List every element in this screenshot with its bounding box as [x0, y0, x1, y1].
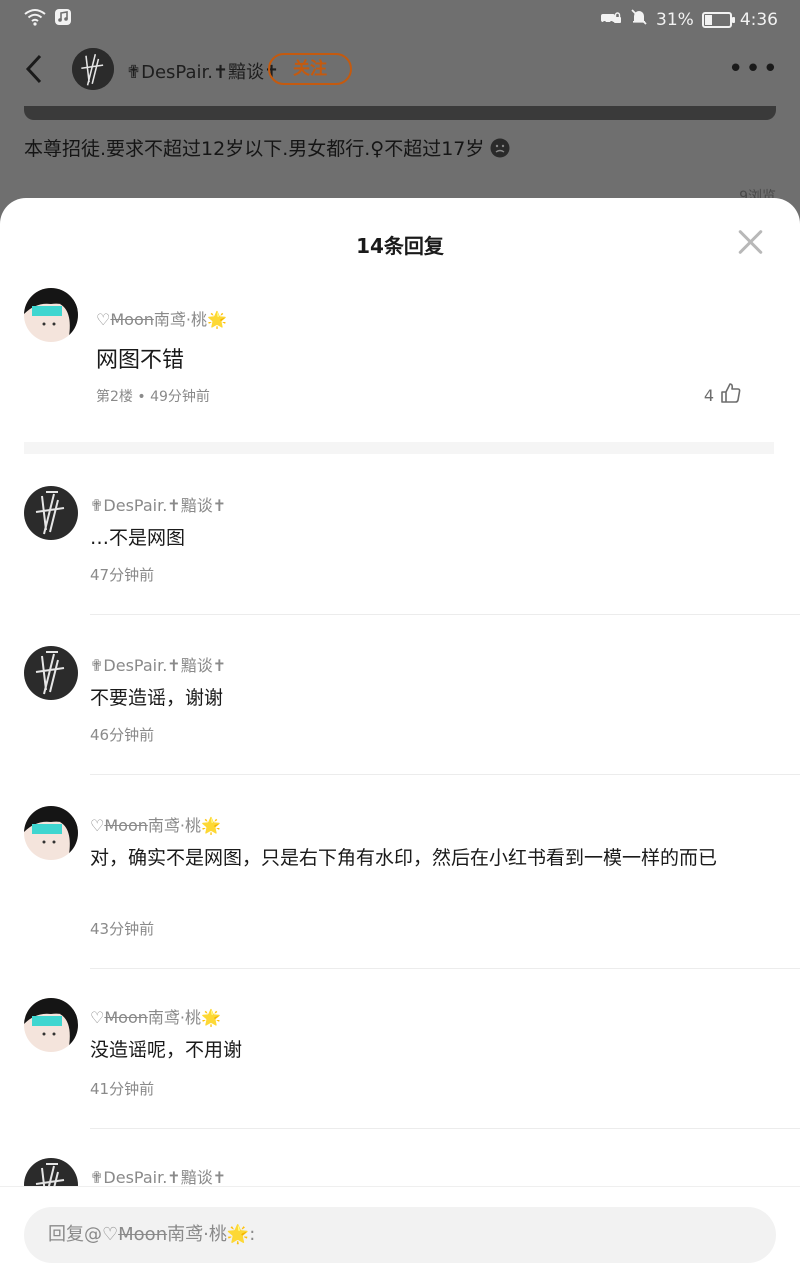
back-arrow-icon[interactable]	[22, 52, 52, 88]
section-divider	[24, 442, 774, 454]
avatar[interactable]	[24, 288, 78, 342]
reply-separator	[90, 614, 800, 615]
reply-time: 43分钟前	[90, 920, 155, 938]
wifi-icon	[24, 8, 46, 31]
music-app-icon	[54, 8, 72, 31]
reply-username[interactable]: ✟DesPair.✝黯谈✝	[90, 652, 226, 676]
reply-separator	[90, 774, 800, 775]
reply-time: 46分钟前	[90, 726, 155, 744]
reply-text: …不是网图	[90, 527, 186, 549]
sheet-title: 14条回复	[356, 234, 444, 258]
like-button[interactable]: 4	[704, 382, 742, 408]
reply-username[interactable]: ♡Moon南鸢·桃🌟	[90, 812, 221, 836]
like-count: 4	[703, 385, 714, 405]
main-comment: ♡Moon南鸢·桃🌟 网图不错 第2楼 • 49分钟前 4	[0, 286, 800, 446]
battery-percent: 31%	[656, 9, 694, 30]
battery-icon	[701, 11, 735, 28]
reply-text: 没造谣呢，不用谢	[90, 1039, 243, 1061]
car-lock-icon	[600, 8, 622, 31]
top-nav: ✟DesPair.✝黯谈✝ 关注 •••	[0, 44, 800, 96]
reply-text: 对，确实不是网图，只是右下角有水印，然后在小红书看到一模一样的而已	[90, 847, 718, 869]
reply-separator	[90, 968, 800, 969]
thumbs-up-icon	[720, 382, 742, 408]
reply-sheet: 14条回复 ♡Moon南鸢·桃🌟 网图不错 第2楼 • 49分钟前 4 ✟Des…	[0, 198, 800, 1280]
author-avatar[interactable]	[72, 48, 114, 90]
reply-username[interactable]: ✟DesPair.✝黯谈✝	[90, 492, 226, 516]
avatar[interactable]	[24, 646, 78, 700]
reply-text: 不要造谣，谢谢	[90, 687, 224, 709]
author-name[interactable]: ✟DesPair.✝黯谈✝	[126, 58, 279, 84]
reply-separator	[90, 1128, 800, 1129]
status-bar: 31% 4:36	[0, 0, 800, 38]
sad-face-icon	[490, 138, 510, 160]
reply-username[interactable]: ♡Moon南鸢·桃🌟	[90, 1004, 221, 1028]
avatar[interactable]	[24, 806, 78, 860]
post-text: 本尊招徒.要求不超过12岁以下.男女都行.♀不超过17岁	[24, 134, 510, 161]
clock: 4:36	[739, 9, 778, 30]
comment-text: 网图不错	[96, 348, 185, 373]
close-icon[interactable]	[736, 228, 764, 256]
post-image-edge	[24, 106, 776, 120]
follow-button[interactable]: 关注	[268, 53, 352, 85]
avatar[interactable]	[24, 998, 78, 1052]
reply-item[interactable]: ✟DesPair.✝黯谈✝ …不是网图 47分钟前	[0, 486, 800, 656]
reply-item[interactable]: ♡Moon南鸢·桃🌟 没造谣呢，不用谢 41分钟前	[0, 998, 800, 1168]
avatar[interactable]	[24, 486, 78, 540]
reply-username[interactable]: ✟DesPair.✝黯谈✝	[90, 1164, 226, 1188]
reply-item[interactable]: ✟DesPair.✝黯谈✝ 不要造谣，谢谢 46分钟前	[0, 646, 800, 816]
comment-username[interactable]: ♡Moon南鸢·桃🌟	[96, 306, 227, 330]
more-options-icon[interactable]: •••	[728, 54, 780, 84]
reply-input-bar: 回复@♡Moon南鸢·桃🌟:	[0, 1186, 800, 1280]
reply-item[interactable]: ♡Moon南鸢·桃🌟 对，确实不是网图，只是右下角有水印，然后在小红书看到一模一样…	[0, 806, 800, 976]
reply-time: 41分钟前	[90, 1080, 155, 1098]
reply-time: 47分钟前	[90, 566, 155, 584]
comment-meta: 第2楼 • 49分钟前	[96, 389, 210, 405]
bell-muted-icon	[630, 8, 648, 31]
reply-input[interactable]: 回复@♡Moon南鸢·桃🌟:	[24, 1207, 776, 1263]
